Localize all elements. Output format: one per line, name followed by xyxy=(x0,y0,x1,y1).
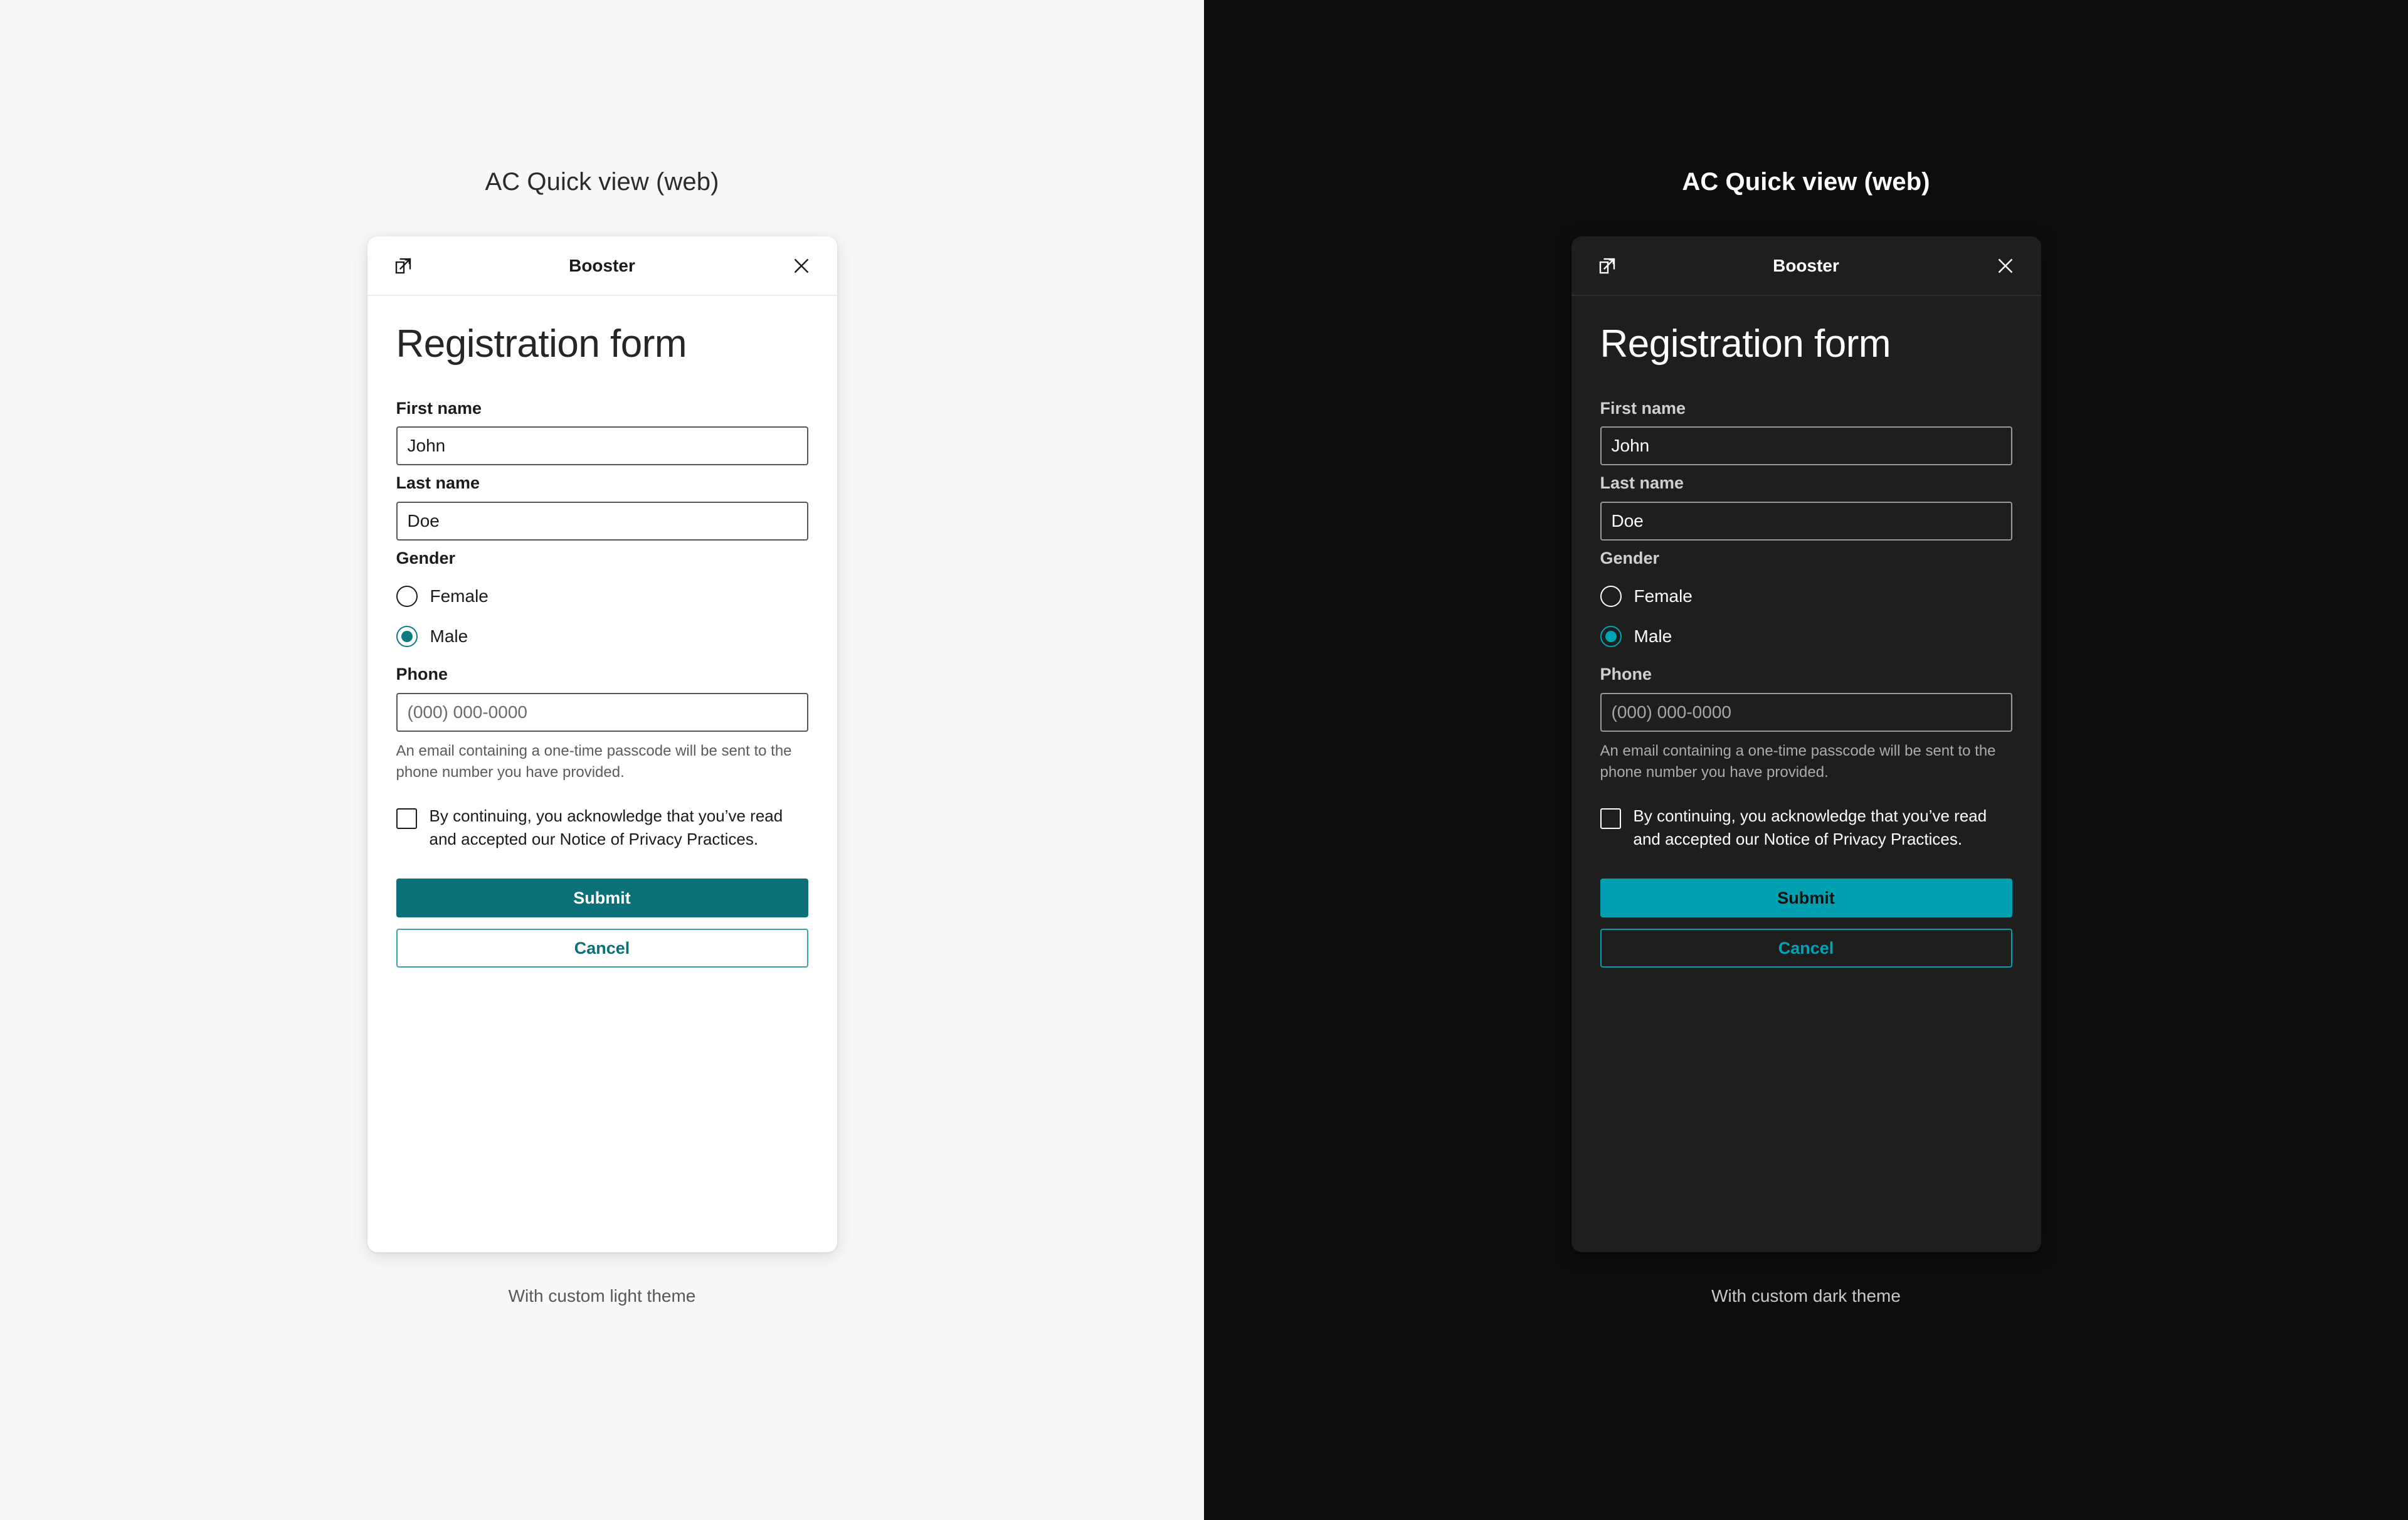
gender-option-label: Female xyxy=(430,586,488,606)
cancel-button[interactable]: Cancel xyxy=(396,929,808,968)
gender-option-female[interactable]: Female xyxy=(396,576,808,616)
first-name-field: First name xyxy=(396,397,808,466)
last-name-input[interactable] xyxy=(396,501,808,541)
card-header: Booster xyxy=(367,236,837,296)
phone-input[interactable] xyxy=(1600,692,2012,732)
submit-button[interactable]: Submit xyxy=(396,879,808,918)
gender-radio-group: Female Male xyxy=(396,576,808,657)
radio-selected-icon xyxy=(396,626,418,648)
first-name-label: First name xyxy=(1600,398,1686,418)
phone-field: Phone An email containing a one-time pas… xyxy=(396,663,808,783)
card-body: Registration form First name Last name G… xyxy=(367,296,837,1252)
consent-checkbox-row[interactable]: By continuing, you acknowledge that you’… xyxy=(396,805,808,851)
close-icon-glyph xyxy=(794,258,808,273)
open-in-new-icon-glyph xyxy=(395,258,411,273)
gender-label: Gender xyxy=(396,548,456,567)
checkbox-icon xyxy=(1600,808,1621,829)
open-in-new-icon[interactable] xyxy=(385,248,421,284)
close-icon[interactable] xyxy=(783,248,820,284)
quick-view-card: Booster Registration form First name Las… xyxy=(367,236,837,1252)
gender-radio-group: Female Male xyxy=(1600,576,2012,657)
gender-option-female[interactable]: Female xyxy=(1600,576,2012,616)
card-header-title: Booster xyxy=(1773,255,1839,275)
close-icon-glyph xyxy=(1998,258,2012,273)
gender-option-label: Male xyxy=(430,626,468,647)
dark-theme-panel: AC Quick view (web) Booster Registration xyxy=(1204,0,2408,1520)
panel-title: AC Quick view (web) xyxy=(1682,168,1930,196)
close-icon[interactable] xyxy=(1987,248,2024,284)
phone-input[interactable] xyxy=(396,692,808,732)
gender-option-male[interactable]: Male xyxy=(396,616,808,657)
open-in-new-icon[interactable] xyxy=(1589,248,1625,284)
quick-view-card: Booster Registration form First name Las… xyxy=(1571,236,2041,1252)
first-name-input[interactable] xyxy=(396,426,808,466)
consent-label: By continuing, you acknowledge that you’… xyxy=(1633,806,1987,849)
consent-label: By continuing, you acknowledge that you’… xyxy=(429,806,783,849)
gender-field: Gender Female Male xyxy=(396,547,808,657)
gender-option-label: Female xyxy=(1634,586,1692,606)
gender-label: Gender xyxy=(1600,548,1660,567)
last-name-field: Last name xyxy=(396,472,808,541)
last-name-label: Last name xyxy=(396,473,480,493)
first-name-field: First name xyxy=(1600,397,2012,466)
page-title: Registration form xyxy=(396,322,687,366)
gender-option-label: Male xyxy=(1634,626,1672,647)
card-body: Registration form First name Last name G… xyxy=(1571,296,2041,1252)
submit-button[interactable]: Submit xyxy=(1600,879,2012,918)
consent-checkbox-row[interactable]: By continuing, you acknowledge that you’… xyxy=(1600,805,2012,851)
light-theme-panel: AC Quick view (web) Booster Registration xyxy=(0,0,1204,1520)
page-title: Registration form xyxy=(1600,322,1891,366)
panel-caption: With custom light theme xyxy=(508,1286,696,1306)
first-name-label: First name xyxy=(396,398,482,418)
phone-helper-text: An email containing a one-time passcode … xyxy=(1600,742,1996,781)
last-name-input[interactable] xyxy=(1600,501,2012,541)
checkbox-icon xyxy=(396,808,417,829)
open-in-new-icon-glyph xyxy=(1599,258,1615,273)
first-name-input[interactable] xyxy=(1600,426,2012,466)
gender-field: Gender Female Male xyxy=(1600,547,2012,657)
panel-title: AC Quick view (web) xyxy=(485,168,719,196)
panel-caption: With custom dark theme xyxy=(1711,1286,1901,1306)
radio-icon xyxy=(1600,586,1622,608)
phone-field: Phone An email containing a one-time pas… xyxy=(1600,663,2012,783)
phone-label: Phone xyxy=(1600,665,1652,684)
card-header-title: Booster xyxy=(569,255,635,275)
last-name-field: Last name xyxy=(1600,472,2012,541)
phone-helper-text: An email containing a one-time passcode … xyxy=(396,742,792,781)
gender-option-male[interactable]: Male xyxy=(1600,616,2012,657)
card-header: Booster xyxy=(1571,236,2041,296)
phone-label: Phone xyxy=(396,665,448,684)
cancel-button[interactable]: Cancel xyxy=(1600,929,2012,968)
last-name-label: Last name xyxy=(1600,473,1684,493)
radio-icon xyxy=(396,586,418,608)
radio-selected-icon xyxy=(1600,626,1622,648)
